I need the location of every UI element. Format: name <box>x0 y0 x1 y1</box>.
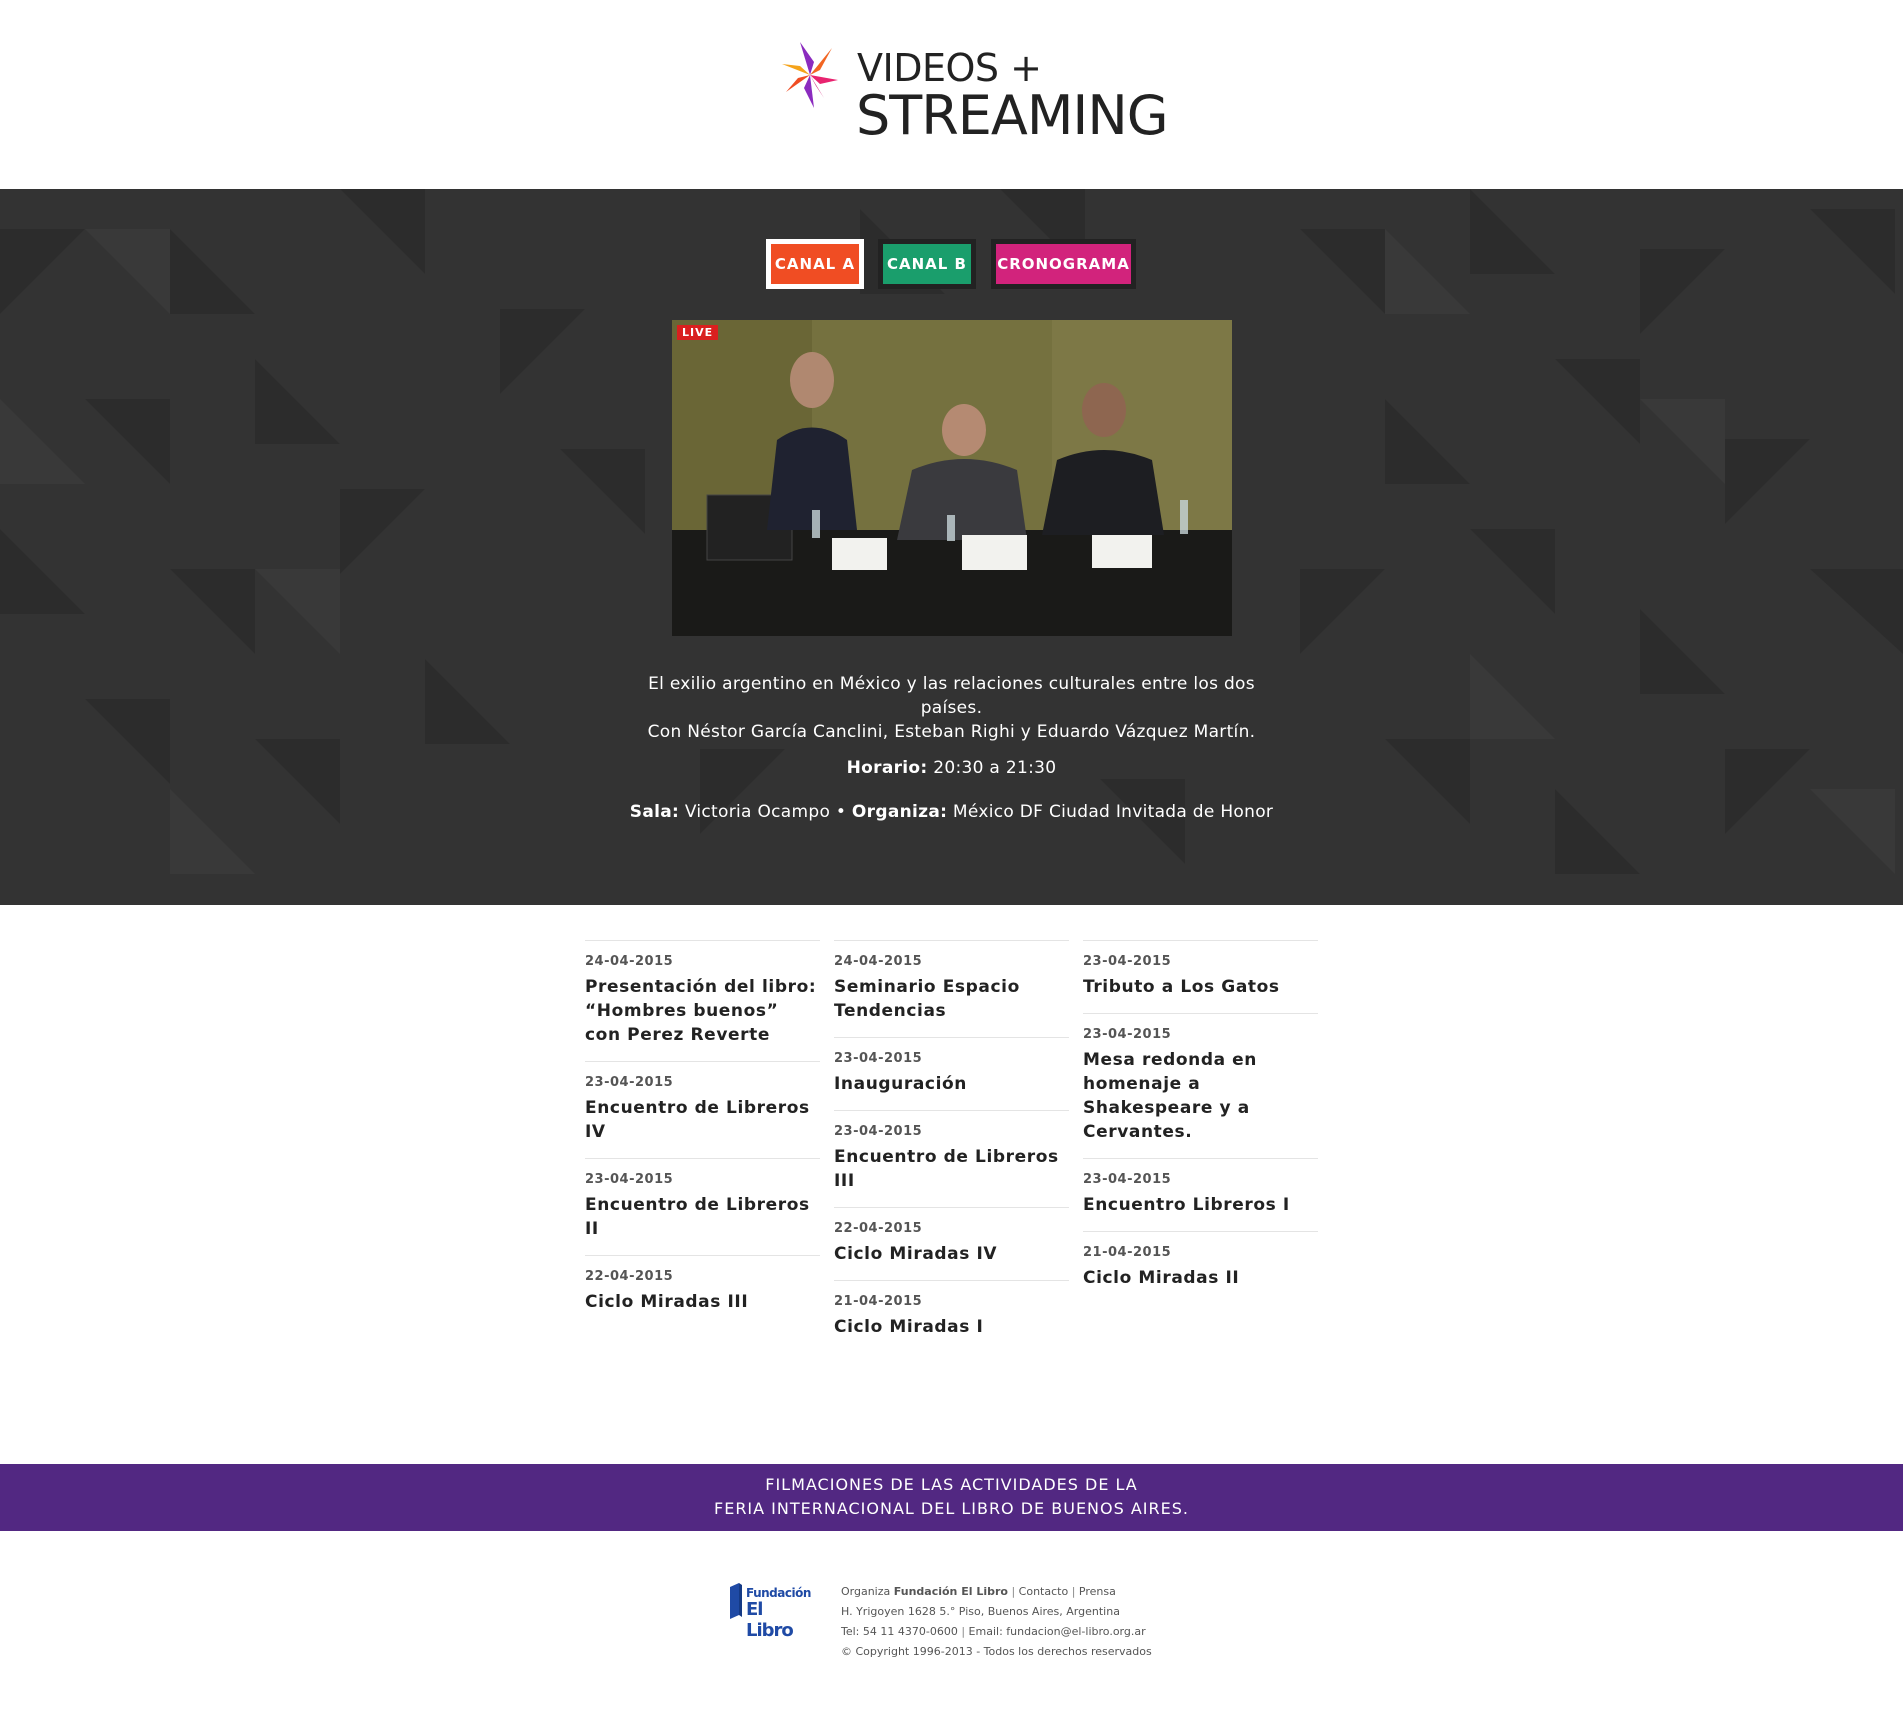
item-title[interactable]: Tributo a Los Gatos <box>1083 975 1318 999</box>
item-title[interactable]: Ciclo Miradas II <box>1083 1266 1318 1290</box>
item-date: 23-04-2015 <box>834 1124 923 1139</box>
list-item[interactable]: 24-04-2015 Seminario Espacio Tendencias <box>834 940 1069 1037</box>
tab-canal-b[interactable]: CANAL B <box>878 239 976 289</box>
site-logo[interactable]: VIDEOS + STREAMING <box>780 40 1169 145</box>
tab-canal-a[interactable]: CANAL A <box>766 239 864 289</box>
list-column: 24-04-2015 Seminario Espacio Tendencias … <box>834 940 1069 1353</box>
logo-text-videos: VIDEOS + <box>857 46 1042 90</box>
hours-value: 20:30 a 21:30 <box>933 758 1057 778</box>
item-date: 22-04-2015 <box>585 1269 674 1284</box>
list-item[interactable]: 24-04-2015 Presentación del libro: “Homb… <box>585 940 820 1061</box>
room-label: Sala: <box>629 802 680 822</box>
item-title[interactable]: Mesa redonda en homenaje a Shakespeare y… <box>1083 1048 1318 1144</box>
list-item[interactable]: 22-04-2015 Ciclo Miradas IV <box>834 1207 1069 1280</box>
item-date: 22-04-2015 <box>834 1221 923 1236</box>
event-title: El exilio argentino en México y las rela… <box>642 672 1262 744</box>
list-item[interactable]: 23-04-2015 Encuentro Libreros I <box>1083 1158 1318 1231</box>
list-item[interactable]: 23-04-2015 Mesa redonda en homenaje a Sh… <box>1083 1013 1318 1158</box>
item-title[interactable]: Ciclo Miradas III <box>585 1290 820 1314</box>
organizer-label: Organiza: <box>851 802 948 822</box>
list-item[interactable]: 21-04-2015 Ciclo Miradas II <box>1083 1231 1318 1304</box>
logo-text-streaming: STREAMING <box>856 84 1169 147</box>
star-logo-icon <box>782 42 838 108</box>
fundacion-el-libro-logo[interactable]: Fundación El Libro <box>726 1582 811 1641</box>
separator: | <box>1011 1585 1016 1598</box>
item-date: 23-04-2015 <box>585 1075 674 1090</box>
list-item[interactable]: 23-04-2015 Encuentro de Libreros II <box>585 1158 820 1255</box>
site-footer: Fundación El Libro Organiza Fundación El… <box>726 1582 1226 1672</box>
item-date: 24-04-2015 <box>834 954 923 969</box>
footer-banner: FILMACIONES DE LAS ACTIVIDADES DE LA FER… <box>0 1464 1903 1531</box>
footer-info: Organiza Fundación El Libro | Contacto |… <box>841 1582 1152 1662</box>
separator: | <box>961 1625 966 1638</box>
video-frame-panel-scene <box>672 320 1232 636</box>
item-date: 24-04-2015 <box>585 954 674 969</box>
item-title[interactable]: Encuentro de Libreros III <box>834 1145 1069 1193</box>
live-stage: CANAL A CANAL B CRONOGRAMA LIVE El exili… <box>0 189 1903 905</box>
item-date: 23-04-2015 <box>1083 1027 1172 1042</box>
item-date: 21-04-2015 <box>1083 1245 1172 1260</box>
tab-cronograma[interactable]: CRONOGRAMA <box>991 239 1136 289</box>
press-link[interactable]: Prensa <box>1079 1585 1116 1598</box>
list-column: 23-04-2015 Tributo a Los Gatos 23-04-201… <box>1083 940 1318 1304</box>
item-date: 23-04-2015 <box>1083 1172 1172 1187</box>
footer-email[interactable]: Email: fundacion@el-libro.org.ar <box>969 1625 1146 1638</box>
banner-line: FERIA INTERNACIONAL DEL LIBRO DE BUENOS … <box>714 1499 1189 1518</box>
footer-contact-row: Tel: 54 11 4370-0600 | Email: fundacion@… <box>841 1622 1152 1642</box>
item-title[interactable]: Seminario Espacio Tendencias <box>834 975 1069 1023</box>
live-badge: LIVE <box>677 325 719 340</box>
event-info: El exilio argentino en México y las rela… <box>600 672 1303 822</box>
organiza-prefix: Organiza <box>841 1585 891 1598</box>
item-date: 23-04-2015 <box>834 1051 923 1066</box>
organiza-name: Fundación El Libro <box>893 1585 1008 1598</box>
list-item[interactable]: 23-04-2015 Inauguración <box>834 1037 1069 1110</box>
site-header: VIDEOS + STREAMING <box>0 0 1903 189</box>
item-date: 21-04-2015 <box>834 1294 923 1309</box>
item-title[interactable]: Ciclo Miradas I <box>834 1315 1069 1339</box>
video-player[interactable]: LIVE <box>672 320 1232 636</box>
list-column: 24-04-2015 Presentación del libro: “Homb… <box>585 940 820 1328</box>
footer-phone: Tel: 54 11 4370-0600 <box>841 1625 958 1638</box>
room-value: Victoria Ocampo <box>684 802 831 822</box>
list-item[interactable]: 21-04-2015 Ciclo Miradas I <box>834 1280 1069 1353</box>
footer-copyright: © Copyright 1996-2013 - Todos los derech… <box>841 1645 1152 1658</box>
list-item[interactable]: 23-04-2015 Tributo a Los Gatos <box>1083 940 1318 1013</box>
list-item[interactable]: 23-04-2015 Encuentro de Libreros III <box>834 1110 1069 1207</box>
meta-separator: • <box>835 802 847 822</box>
banner-line: FILMACIONES DE LAS ACTIVIDADES DE LA <box>765 1475 1138 1494</box>
book-icon <box>730 1583 742 1619</box>
logo-text: Fundación <box>746 1586 811 1600</box>
item-title[interactable]: Inauguración <box>834 1072 1069 1096</box>
item-date: 23-04-2015 <box>585 1172 674 1187</box>
organizer-value: México DF Ciudad Invitada de Honor <box>952 802 1274 822</box>
logo-text: El Libro <box>746 1599 794 1641</box>
event-title-line: El exilio argentino en México y las rela… <box>648 674 1255 718</box>
item-title[interactable]: Presentación del libro: “Hombres buenos”… <box>585 975 820 1047</box>
item-date: 23-04-2015 <box>1083 954 1172 969</box>
hours-label: Horario: <box>846 758 928 778</box>
event-participants: Con Néstor García Canclini, Esteban Righ… <box>647 722 1256 742</box>
item-title[interactable]: Encuentro de Libreros IV <box>585 1096 820 1144</box>
separator: | <box>1071 1585 1076 1598</box>
list-item[interactable]: 23-04-2015 Encuentro de Libreros IV <box>585 1061 820 1158</box>
event-hours: Horario: 20:30 a 21:30 <box>600 758 1303 778</box>
item-title[interactable]: Encuentro de Libreros II <box>585 1193 820 1241</box>
footer-address: H. Yrigoyen 1628 5.° Piso, Buenos Aires,… <box>841 1605 1120 1618</box>
item-title[interactable]: Encuentro Libreros I <box>1083 1193 1318 1217</box>
list-item[interactable]: 22-04-2015 Ciclo Miradas III <box>585 1255 820 1328</box>
footer-links-row: Organiza Fundación El Libro | Contacto |… <box>841 1582 1152 1602</box>
contact-link[interactable]: Contacto <box>1019 1585 1069 1598</box>
item-title[interactable]: Ciclo Miradas IV <box>834 1242 1069 1266</box>
event-meta: Sala: Victoria Ocampo • Organiza: México… <box>600 802 1303 822</box>
